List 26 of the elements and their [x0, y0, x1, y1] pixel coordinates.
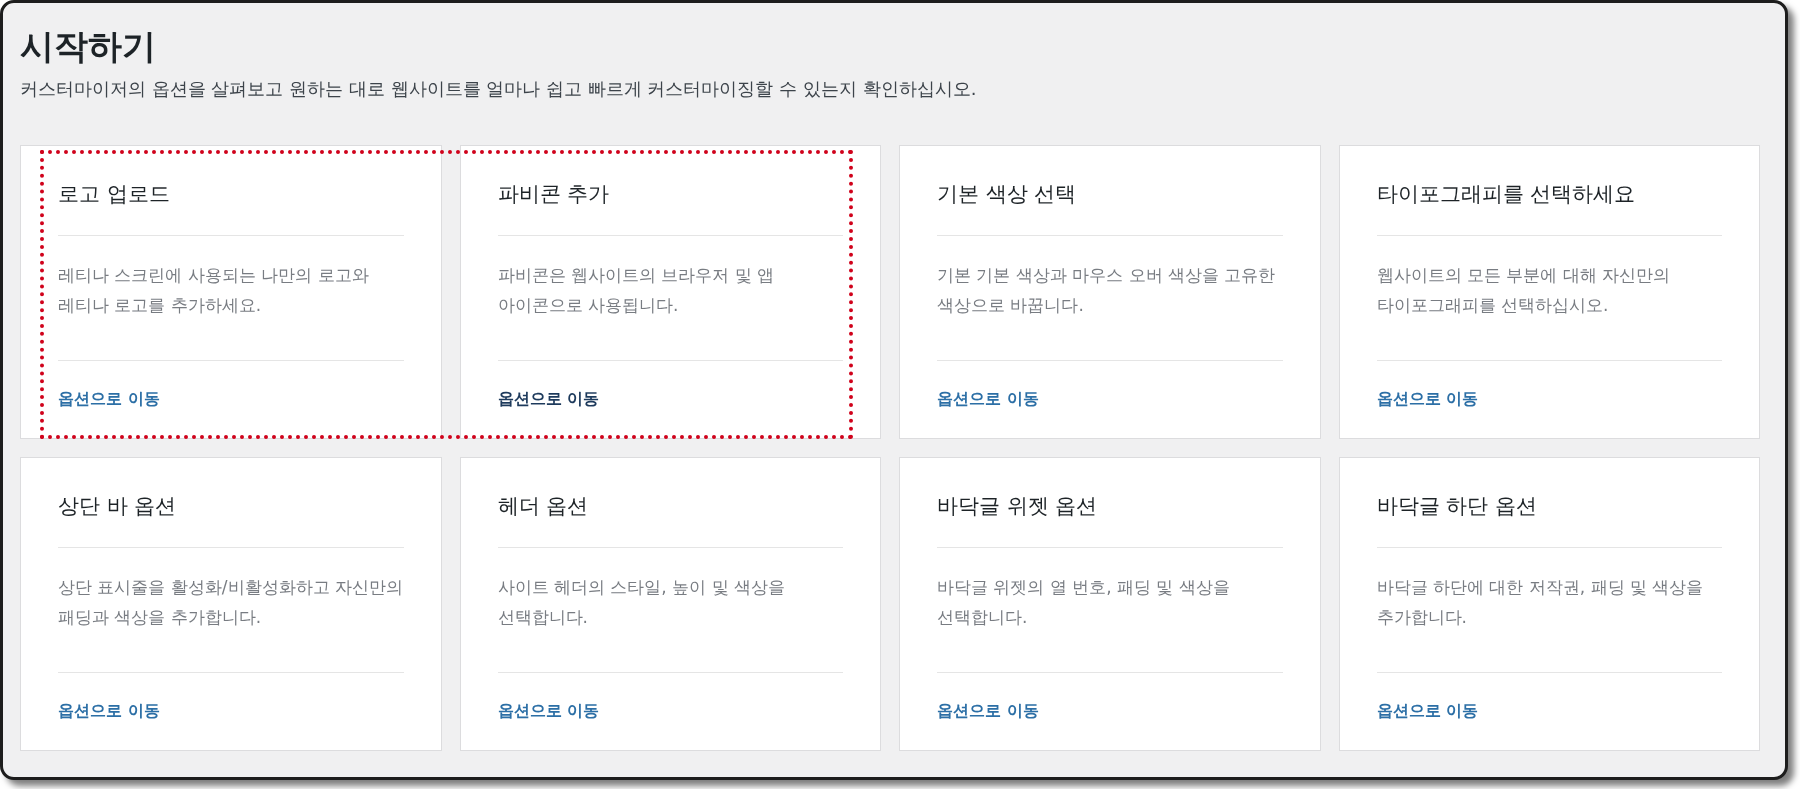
- card-title: 헤더 옵션: [497, 458, 843, 548]
- card-title: 상단 바 옵션: [58, 458, 404, 548]
- go-to-options-link[interactable]: 옵션으로 이동: [58, 389, 160, 408]
- go-to-options-link[interactable]: 옵션으로 이동: [937, 701, 1039, 720]
- go-to-options-link[interactable]: 옵션으로 이동: [58, 701, 160, 720]
- go-to-options-link[interactable]: 옵션으로 이동: [1376, 701, 1479, 720]
- go-to-options-link[interactable]: 옵션으로 이동: [497, 701, 600, 720]
- card-description: 사이트 헤더의 스타일, 높이 및 색상을 선택합니다.: [497, 548, 843, 673]
- card-description: 기본 기본 색상과 마우스 오버 색상을 고유한 색상으로 바꿉니다.: [937, 236, 1283, 361]
- go-to-options-link[interactable]: 옵션으로 이동: [497, 389, 600, 408]
- go-to-options-link[interactable]: 옵션으로 이동: [937, 389, 1039, 408]
- card-description: 바닥글 하단에 대한 저작권, 패딩 및 색상을 추가합니다.: [1376, 548, 1722, 673]
- card-title: 기본 색상 선택: [937, 146, 1283, 236]
- card-description: 바닥글 위젯의 열 번호, 패딩 및 색상을 선택합니다.: [937, 548, 1283, 673]
- card-title: 바닥글 위젯 옵션: [937, 458, 1283, 548]
- card-description: 파비콘은 웹사이트의 브라우저 및 앱 아이콘으로 사용됩니다.: [497, 236, 843, 361]
- card-title: 파비콘 추가: [497, 146, 843, 236]
- card-description: 레티나 스크린에 사용되는 나만의 로고와 레티나 로고를 추가하세요.: [58, 236, 404, 361]
- page-heading: 시작하기: [20, 25, 157, 68]
- card-title: 타이포그래피를 선택하세요: [1376, 146, 1722, 236]
- card-description: 웹사이트의 모든 부분에 대해 자신만의 타이포그래피를 선택하십시오.: [1376, 236, 1722, 361]
- card-title: 바닥글 하단 옵션: [1376, 458, 1722, 548]
- intro-text: 커스터마이저의 옵션을 살펴보고 원하는 대로 웹사이트를 얼마나 쉽고 빠르게 커스터마이징할 수 있는지 확인하십시오.: [20, 77, 978, 101]
- card-title: 로고 업로드: [58, 146, 404, 236]
- go-to-options-link[interactable]: 옵션으로 이동: [1376, 389, 1479, 408]
- card-description: 상단 표시줄을 활성화/비활성화하고 자신만의 패딩과 색상을 추가합니다.: [58, 548, 404, 673]
